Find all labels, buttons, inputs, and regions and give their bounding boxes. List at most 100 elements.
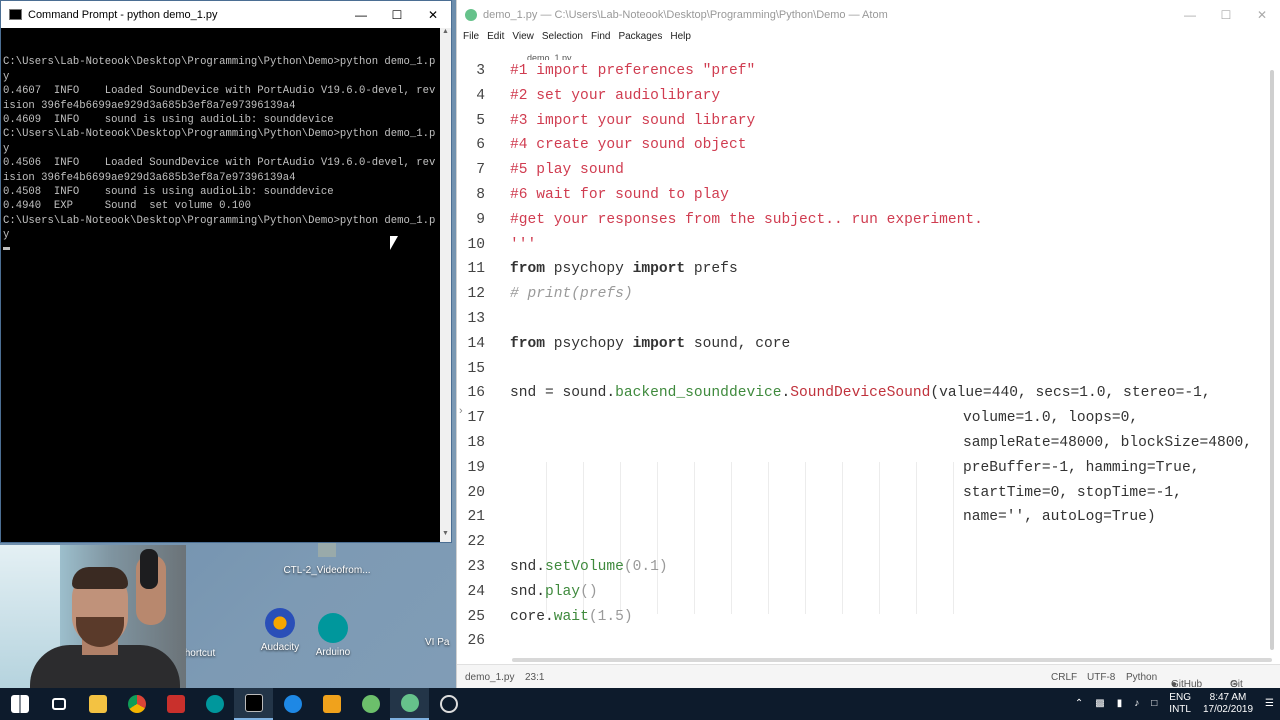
code-line: 16 snd = sound.backend_sounddevice.SoundD… (457, 382, 1280, 407)
language-indicator[interactable]: ENG INTL (1163, 692, 1197, 716)
acrobat-icon (166, 695, 185, 713)
editor-vertical-scrollbar[interactable] (1270, 70, 1274, 650)
code-text: core.wait(1.5) (510, 609, 633, 625)
status-encoding[interactable]: UTF-8 (1087, 672, 1115, 683)
keyword: import (632, 261, 686, 278)
code-line: 18 sampleRate=48000, blockSize=4800, (457, 432, 1280, 457)
tray-chevron-up-icon[interactable]: ⌃ (1069, 698, 1089, 710)
status-grammar[interactable]: Python (1126, 672, 1157, 683)
logitech-icon (283, 695, 302, 713)
desktop-icon-video[interactable]: CTL-2_Videofrom... (282, 543, 372, 576)
code-editor[interactable]: › 3 #1 import preferences "pref" 4 #2 set … (457, 60, 1280, 656)
console-line: C:\Users\Lab-Noteook\Desktop\Programming… (3, 56, 436, 69)
console-line: C:\Users\Lab-Noteook\Desktop\Programming… (3, 128, 436, 141)
taskbar-command-prompt[interactable] (234, 688, 273, 720)
menu-packages[interactable]: Packages (618, 29, 668, 45)
code-line: 25 core.wait(1.5) (457, 606, 1280, 631)
code-line: 3 #1 import preferences "pref" (457, 60, 1280, 85)
taskbar-file-explorer[interactable] (78, 688, 117, 720)
menu-find[interactable]: Find (591, 29, 616, 45)
code-line: 23 snd.setVolume(0.1) (457, 556, 1280, 581)
line-number: 18 (467, 435, 485, 451)
code-line: 10 ''' (457, 234, 1280, 259)
line-number: 4 (476, 87, 485, 104)
video-file-icon (318, 543, 336, 557)
cmd-titlebar[interactable]: Command Prompt - python demo_1.py — ☐ ✕ (1, 1, 451, 28)
line-number: 3 (476, 63, 485, 79)
taskbar-chrome[interactable] (117, 688, 156, 720)
minimize-button[interactable]: — (1172, 2, 1208, 29)
identifier: sound, core (685, 335, 791, 352)
command-prompt-window[interactable]: Command Prompt - python demo_1.py — ☐ ✕ … (0, 0, 452, 543)
arduino-icon (318, 613, 348, 643)
start-button[interactable] (0, 688, 39, 720)
task-view-button[interactable] (39, 688, 78, 720)
code-text: from psychopy import prefs (510, 261, 738, 277)
menu-edit[interactable]: Edit (487, 29, 510, 45)
line-number: 25 (467, 608, 485, 625)
console-line: ision 396fe4b6699ae929d3a685b3ef8a7e9739… (3, 99, 296, 112)
status-line-ending[interactable]: CRLF (1051, 672, 1077, 683)
audacity-icon (265, 608, 295, 638)
atom-window[interactable]: demo_1.py — C:\Users\Lab-Noteook\Desktop… (456, 0, 1280, 701)
taskbar-logitech[interactable] (273, 688, 312, 720)
line-number: 14 (467, 335, 485, 352)
tray-network-icon[interactable]: ▩ (1089, 698, 1110, 710)
tray-volume-icon[interactable]: ♪ (1128, 698, 1145, 710)
clock[interactable]: 8:47 AM 17/02/2019 (1197, 692, 1259, 716)
taskbar-atom[interactable] (390, 688, 429, 720)
code-line: 7 #5 play sound (457, 159, 1280, 184)
console-line: C:\Users\Lab-Noteook\Desktop\Programming… (3, 214, 436, 227)
notifications-icon[interactable]: ☰ (1259, 698, 1280, 710)
close-button[interactable]: ✕ (415, 1, 451, 28)
date-label: 17/02/2019 (1202, 704, 1254, 715)
line-number: 5 (476, 112, 485, 129)
taskbar-psychopy[interactable] (351, 688, 390, 720)
taskbar-acrobat[interactable] (156, 688, 195, 720)
app-icon (439, 695, 458, 713)
tray-battery-icon[interactable]: ▮ (1111, 698, 1129, 710)
scroll-up-icon[interactable]: ▲ (440, 28, 451, 40)
keyboard-layout-label: INTL (1169, 704, 1191, 715)
line-number: 10 (467, 236, 485, 253)
editor-horizontal-scrollbar[interactable] (512, 658, 1272, 662)
cmd-scrollbar[interactable]: ▲ ▼ (440, 28, 451, 542)
identifier: snd = sound. (510, 385, 616, 402)
minimize-button[interactable]: — (343, 1, 379, 28)
taskbar-arduino[interactable] (195, 688, 234, 720)
maximize-button[interactable]: ☐ (1208, 2, 1244, 29)
tray-display-icon[interactable]: □ (1145, 698, 1163, 710)
desktop-icon-arduino[interactable]: Arduino (293, 613, 373, 658)
folder-icon (88, 695, 107, 713)
menu-file[interactable]: File (463, 29, 485, 45)
console-line: 0.4508 INFO sound is using audioLib: sou… (3, 186, 334, 199)
language-label: ENG (1169, 692, 1191, 703)
code-text: from psychopy import sound, core (510, 336, 790, 352)
status-file[interactable]: demo_1.py (465, 672, 514, 683)
status-cursor-position[interactable]: 23:1 (525, 672, 544, 683)
mouse-pointer-icon (390, 236, 398, 250)
console-output[interactable]: C:\Users\Lab-Noteook\Desktop\Programming… (1, 28, 441, 542)
code-line: 5 #3 import your sound library (457, 110, 1280, 135)
menu-view[interactable]: View (512, 29, 540, 45)
identifier: core. (510, 608, 554, 625)
method: wait (553, 608, 589, 625)
menu-help[interactable]: Help (670, 29, 697, 45)
scroll-down-icon[interactable]: ▼ (440, 530, 451, 542)
desktop-icon-label: CTL-2_Videofrom... (283, 565, 371, 576)
taskbar-vlc[interactable] (312, 688, 351, 720)
close-button[interactable]: ✕ (1244, 2, 1280, 29)
line-number: 15 (467, 360, 485, 377)
method: setVolume (545, 559, 624, 575)
app-icon (322, 695, 341, 713)
line-number: 8 (476, 187, 485, 203)
line-number: 13 (467, 311, 485, 327)
menu-selection[interactable]: Selection (542, 29, 589, 45)
scroll-thumb[interactable] (1270, 70, 1274, 650)
code-line: 11 from psychopy import prefs (457, 258, 1280, 283)
atom-titlebar[interactable]: demo_1.py — C:\Users\Lab-Noteook\Desktop… (457, 0, 1280, 30)
maximize-button[interactable]: ☐ (379, 1, 415, 28)
taskbar-app[interactable] (429, 688, 468, 720)
desktop-icon-vi[interactable]: VI Pa (425, 637, 455, 648)
text-cursor (3, 243, 441, 257)
